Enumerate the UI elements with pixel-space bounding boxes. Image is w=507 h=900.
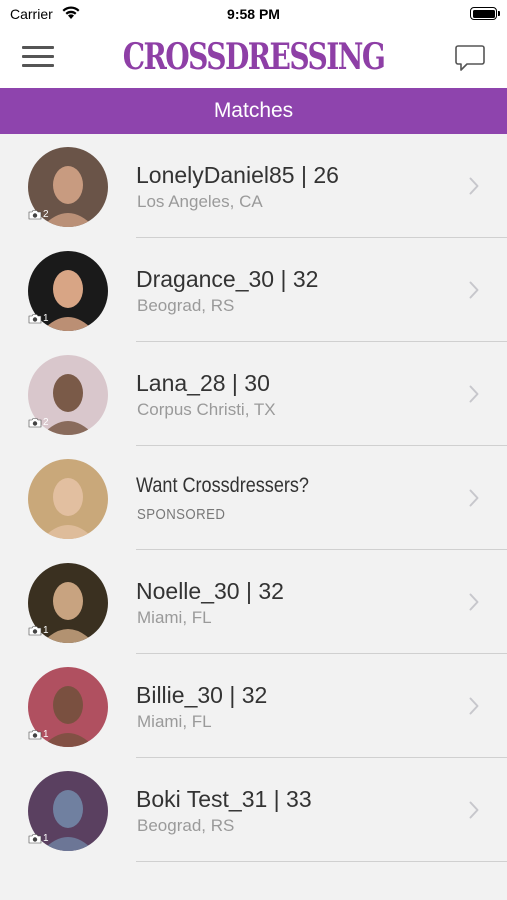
status-bar: Carrier 9:58 PM xyxy=(0,0,507,28)
app-logo: CROSSDRESSING xyxy=(122,36,386,78)
match-location: Corpus Christi, TX xyxy=(137,400,276,419)
app-header: CROSSDRESSING xyxy=(0,28,507,88)
match-location: Miami, FL xyxy=(137,712,212,731)
page-title: Matches xyxy=(0,88,507,134)
photo-count-badge: 1 xyxy=(28,310,56,326)
chat-bubble-icon[interactable] xyxy=(455,44,485,72)
photo-count: 1 xyxy=(43,624,49,636)
chevron-right-icon xyxy=(469,801,479,819)
photo-count: 2 xyxy=(43,208,49,220)
match-name: LonelyDaniel85 | 26 xyxy=(136,162,339,188)
photo-count: 2 xyxy=(43,416,49,428)
chevron-right-icon xyxy=(469,385,479,403)
chevron-right-icon xyxy=(469,177,479,195)
battery-icon xyxy=(470,7,500,20)
camera-icon xyxy=(28,417,42,427)
match-list-item[interactable]: 2 Lana_28 | 30 Corpus Christi, TX xyxy=(0,342,507,446)
avatar xyxy=(28,459,108,539)
match-list-item[interactable]: 1 Boki Test_31 | 33 Beograd, RS xyxy=(0,758,507,862)
chevron-right-icon xyxy=(469,281,479,299)
row-divider xyxy=(136,861,507,862)
hamburger-menu-icon[interactable] xyxy=(22,44,54,70)
photo-count: 1 xyxy=(43,312,49,324)
match-list-item[interactable]: 1 Dragance_30 | 32 Beograd, RS xyxy=(0,238,507,342)
match-list-item[interactable]: 1 Billie_30 | 32 Miami, FL xyxy=(0,654,507,758)
match-location: Los Angeles, CA xyxy=(137,192,263,211)
match-list-item[interactable]: 2 LonelyDaniel85 | 26 Los Angeles, CA xyxy=(0,134,507,238)
match-location: Beograd, RS xyxy=(137,296,235,315)
photo-count-badge: 2 xyxy=(28,414,56,430)
sponsored-label: SPONSORED xyxy=(137,506,226,523)
camera-icon xyxy=(28,833,42,843)
camera-icon xyxy=(28,313,42,323)
match-name: Boki Test_31 | 33 xyxy=(136,786,312,812)
photo-count-badge: 1 xyxy=(28,726,56,742)
status-time: 9:58 PM xyxy=(227,6,280,22)
photo-count: 1 xyxy=(43,832,49,844)
matches-list: 2 LonelyDaniel85 | 26 Los Angeles, CA 1 Drag… xyxy=(0,134,507,862)
chevron-right-icon xyxy=(469,489,479,507)
match-location: Miami, FL xyxy=(137,608,212,627)
camera-icon xyxy=(28,729,42,739)
camera-icon xyxy=(28,625,42,635)
photo-count-badge: 2 xyxy=(28,206,56,222)
camera-icon xyxy=(28,209,42,219)
chevron-right-icon xyxy=(469,697,479,715)
sponsored-title: Want Crossdressers? xyxy=(136,474,309,497)
chevron-right-icon xyxy=(469,593,479,611)
sponsored-list-item[interactable]: Want Crossdressers? SPONSORED xyxy=(0,446,507,550)
match-name: Dragance_30 | 32 xyxy=(136,266,319,292)
match-name: Billie_30 | 32 xyxy=(136,682,268,708)
match-name: Lana_28 | 30 xyxy=(136,370,270,396)
photo-count-badge: 1 xyxy=(28,622,56,638)
match-location: Beograd, RS xyxy=(137,816,235,835)
match-list-item[interactable]: 1 Noelle_30 | 32 Miami, FL xyxy=(0,550,507,654)
photo-count: 1 xyxy=(43,728,49,740)
photo-count-badge: 1 xyxy=(28,830,56,846)
match-name: Noelle_30 | 32 xyxy=(136,578,284,604)
